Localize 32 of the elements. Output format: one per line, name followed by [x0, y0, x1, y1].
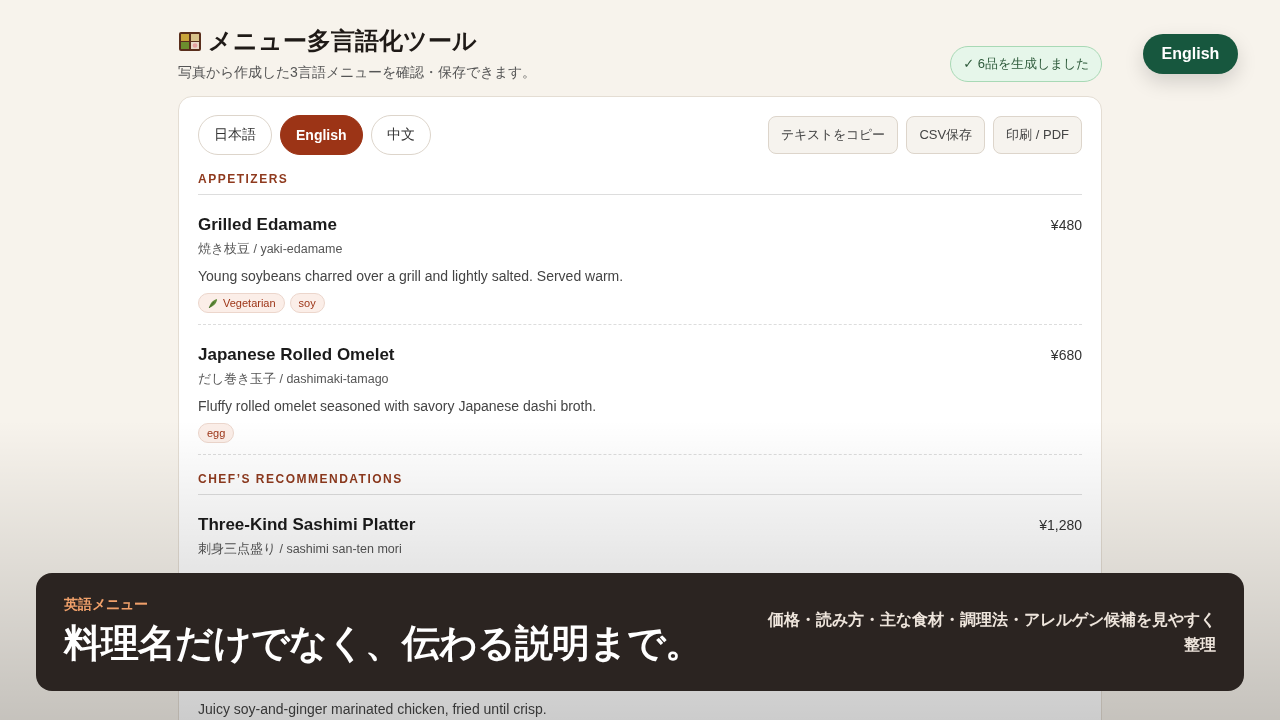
banner-note: 価格・読み方・主な食材・調理法・アレルゲン候補を見やすく整理	[766, 610, 1216, 655]
action-button[interactable]: 印刷 / PDF	[993, 116, 1082, 154]
dish-reading: 刺身三点盛り / sashimi san-ten mori	[198, 541, 403, 558]
page-subtitle: 写真から作成した3言語メニューを確認・保存できます。	[178, 64, 536, 82]
dish-name: Three-Kind Sashimi Platter	[198, 515, 416, 535]
dish-price: ¥480	[1050, 217, 1082, 233]
dish-reading: だし巻き玉子 / dashimaki-tamago	[198, 371, 390, 388]
dish-price: ¥1,280	[1039, 517, 1082, 533]
dish-name: Japanese Rolled Omelet	[198, 345, 395, 365]
page-title: メニュー多言語化ツール	[208, 26, 477, 56]
allergen-tag: egg	[198, 423, 235, 443]
banner-headline: 料理名だけでなく、伝わる説明まで。	[64, 620, 702, 666]
leaf-icon	[207, 297, 219, 309]
status-badge: ✓ 6品を生成しました	[950, 46, 1102, 82]
diet-tag: Vegetarian	[198, 293, 285, 313]
dish-description: Fluffy rolled omelet seasoned with savory Japanese dashi broth.	[198, 398, 598, 414]
dish-description: Juicy soy-and-ginger marinated chicken, fried until crisp.	[198, 701, 548, 717]
dish-name: Grilled Edamame	[198, 215, 337, 235]
language-tab[interactable]: 中文	[370, 115, 431, 155]
language-button[interactable]: English	[1143, 34, 1238, 74]
allergen-tag: soy	[289, 293, 325, 313]
language-tab[interactable]: 日本語	[198, 115, 272, 155]
dish-price: ¥680	[1050, 347, 1082, 363]
bento-box-icon	[178, 29, 202, 53]
action-button[interactable]: CSV保存	[906, 116, 986, 154]
section-heading: APPETIZERS	[198, 172, 1082, 195]
language-tab[interactable]: English	[280, 115, 363, 155]
dish-description: Young soybeans charred over a grill and lightly salted. Served warm.	[198, 268, 625, 284]
section-heading: CHEF’S RECOMMENDATIONS	[198, 472, 1082, 495]
banner-label: 英語メニュー	[64, 595, 149, 614]
dish-reading: 焼き枝豆 / yaki-edamame	[198, 241, 344, 258]
action-button[interactable]: テキストをコピー	[768, 116, 899, 154]
